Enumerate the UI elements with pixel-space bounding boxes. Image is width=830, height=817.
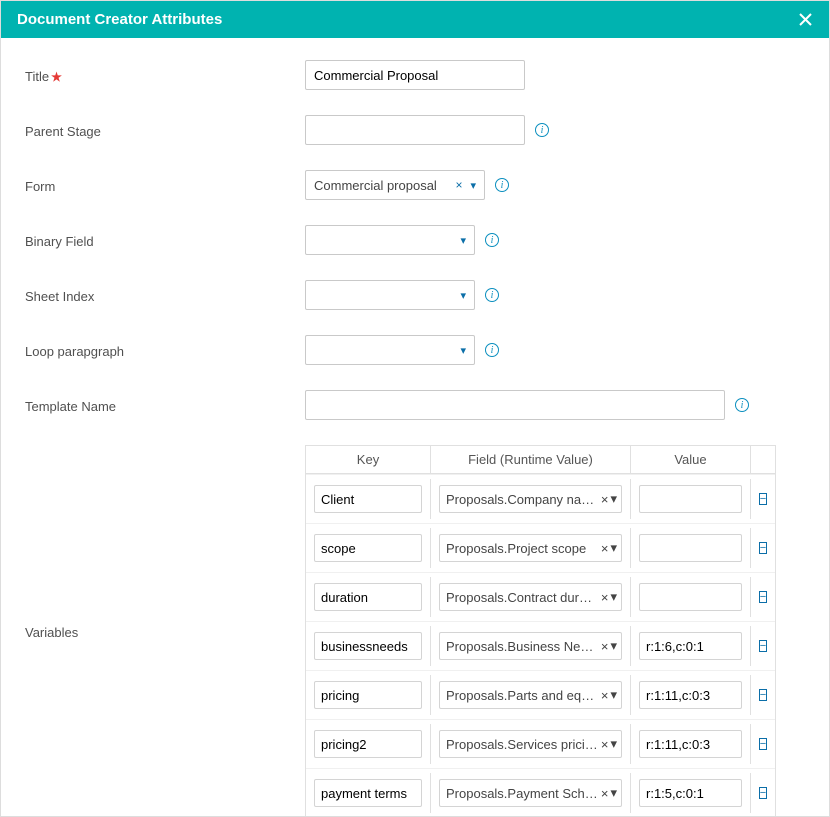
var-field-select[interactable]: Proposals.Company name×▾ (439, 485, 622, 513)
var-value-input[interactable] (639, 632, 742, 660)
chevron-down-icon[interactable]: ▾ (610, 785, 617, 801)
label-sheet-index: Sheet Index (25, 287, 305, 304)
var-field-select[interactable]: Proposals.Project scope×▾ (439, 534, 622, 562)
var-key-input[interactable] (314, 485, 422, 513)
var-value-input[interactable] (639, 779, 742, 807)
chevron-down-icon[interactable]: ▾ (610, 491, 617, 507)
title-input[interactable] (305, 60, 525, 90)
form-select[interactable]: Commercial proposal × ▾ (305, 170, 485, 200)
parent-stage-input[interactable] (305, 115, 525, 145)
variables-table: Key Field (Runtime Value) Value Proposal… (305, 445, 776, 816)
remove-row-icon[interactable] (759, 787, 767, 799)
clear-icon[interactable]: × (601, 786, 609, 801)
binary-field-select[interactable]: ▾ (305, 225, 475, 255)
chevron-down-icon[interactable]: ▾ (458, 234, 468, 247)
loop-paragraph-select[interactable]: ▾ (305, 335, 475, 365)
dialog-header: Document Creator Attributes (1, 1, 829, 38)
dialog-title: Document Creator Attributes (17, 11, 222, 28)
var-field-select[interactable]: Proposals.Payment Sche...×▾ (439, 779, 622, 807)
remove-row-icon[interactable] (759, 493, 767, 505)
clear-icon[interactable]: × (453, 178, 464, 192)
required-star-icon: ★ (51, 70, 62, 84)
clear-icon[interactable]: × (601, 688, 609, 703)
label-loop-paragraph: Loop parapgraph (25, 342, 305, 359)
var-field-select[interactable]: Proposals.Business Needs×▾ (439, 632, 622, 660)
info-icon[interactable] (485, 233, 499, 247)
clear-icon[interactable]: × (601, 639, 609, 654)
table-row: Proposals.Parts and equi...×▾ (306, 670, 775, 719)
remove-row-icon[interactable] (759, 591, 767, 603)
clear-icon[interactable]: × (601, 737, 609, 752)
var-key-input[interactable] (314, 779, 422, 807)
var-field-select[interactable]: Proposals.Parts and equi...×▾ (439, 681, 622, 709)
remove-row-icon[interactable] (759, 640, 767, 652)
dialog-body: Title★ Parent Stage Form Commercial prop… (1, 38, 829, 816)
label-template-name: Template Name (25, 397, 305, 414)
table-row: Proposals.Payment Sche...×▾ (306, 768, 775, 816)
var-value-input[interactable] (639, 730, 742, 758)
label-parent-stage: Parent Stage (25, 122, 305, 139)
chevron-down-icon[interactable]: ▾ (610, 687, 617, 703)
col-header-key: Key (306, 446, 431, 473)
chevron-down-icon[interactable]: ▾ (610, 589, 617, 605)
col-header-field: Field (Runtime Value) (431, 446, 631, 473)
label-title: Title★ (25, 67, 305, 84)
clear-icon[interactable]: × (601, 492, 609, 507)
var-value-input[interactable] (639, 583, 742, 611)
sheet-index-select[interactable]: ▾ (305, 280, 475, 310)
chevron-down-icon[interactable]: ▾ (610, 540, 617, 556)
info-icon[interactable] (485, 343, 499, 357)
label-variables: Variables (25, 445, 305, 640)
var-field-select[interactable]: Proposals.Contract durat...×▾ (439, 583, 622, 611)
table-row: Proposals.Business Needs×▾ (306, 621, 775, 670)
info-icon[interactable] (495, 178, 509, 192)
var-key-input[interactable] (314, 632, 422, 660)
table-row: Proposals.Services pricing×▾ (306, 719, 775, 768)
chevron-down-icon[interactable]: ▾ (458, 289, 468, 302)
clear-icon[interactable]: × (601, 541, 609, 556)
chevron-down-icon[interactable]: ▾ (610, 736, 617, 752)
info-icon[interactable] (535, 123, 549, 137)
var-value-input[interactable] (639, 485, 742, 513)
info-icon[interactable] (735, 398, 749, 412)
label-binary-field: Binary Field (25, 232, 305, 249)
var-value-input[interactable] (639, 534, 742, 562)
clear-icon[interactable]: × (601, 590, 609, 605)
var-value-input[interactable] (639, 681, 742, 709)
table-row: Proposals.Company name×▾ (306, 474, 775, 523)
table-row: Proposals.Project scope×▾ (306, 523, 775, 572)
col-header-value: Value (631, 446, 751, 473)
close-icon[interactable] (798, 12, 813, 27)
remove-row-icon[interactable] (759, 542, 767, 554)
var-key-input[interactable] (314, 681, 422, 709)
label-form: Form (25, 177, 305, 194)
var-field-select[interactable]: Proposals.Services pricing×▾ (439, 730, 622, 758)
info-icon[interactable] (485, 288, 499, 302)
table-row: Proposals.Contract durat...×▾ (306, 572, 775, 621)
chevron-down-icon[interactable]: ▾ (610, 638, 617, 654)
remove-row-icon[interactable] (759, 689, 767, 701)
var-key-input[interactable] (314, 730, 422, 758)
remove-row-icon[interactable] (759, 738, 767, 750)
chevron-down-icon[interactable]: ▾ (458, 344, 468, 357)
var-key-input[interactable] (314, 583, 422, 611)
var-key-input[interactable] (314, 534, 422, 562)
chevron-down-icon[interactable]: ▾ (468, 179, 478, 192)
template-name-input[interactable] (305, 390, 725, 420)
dialog: Document Creator Attributes Title★ Paren… (0, 0, 830, 817)
